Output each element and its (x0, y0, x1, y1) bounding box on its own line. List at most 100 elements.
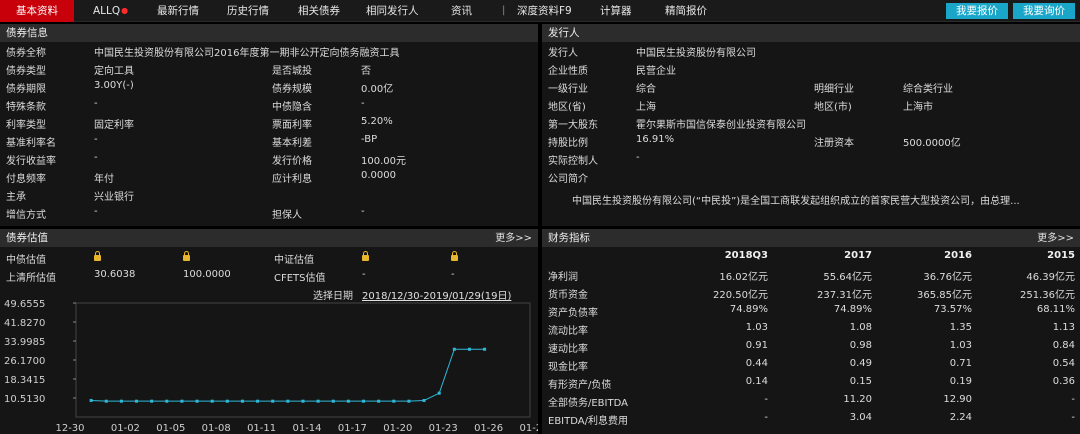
finance-col-header: 2017 (844, 250, 872, 261)
data-point (346, 399, 350, 403)
finance-cell: 0.44 (745, 358, 768, 369)
bond-field-value: - (94, 152, 98, 163)
data-point (377, 399, 381, 403)
sse-valuation-label: 上清所估值 (6, 273, 56, 284)
tab-news[interactable]: 资讯 (451, 0, 472, 22)
issuer-field-label: 实际控制人 (548, 156, 598, 167)
finance-cell: 55.64亿元 (823, 272, 872, 283)
tab-related-bonds[interactable]: 相关债券 (298, 0, 340, 22)
issuer-field-value: 综合 (636, 84, 656, 95)
bond-field-value: 0.0000 (361, 170, 396, 181)
finance-row-label: 有形资产/负债 (548, 380, 612, 391)
issuer-panel: 发行人 发行人 中国民生投资股份有限公司 企业性质 民营企业 一级行业 综合 明细行业 综合类… (542, 24, 1080, 226)
lock-icon[interactable] (183, 251, 190, 261)
finance-cell: 12.90 (943, 394, 972, 405)
tab-basic-info[interactable]: 基本资料 (0, 0, 74, 22)
bond-field-label: 票面利率 (272, 120, 312, 131)
issuer-field-label: 持股比例 (548, 138, 588, 149)
x-tick-label: 01-02 (111, 423, 140, 434)
issuer-field-label: 第一大股东 (548, 120, 598, 131)
finance-cell: 251.36亿元 (1020, 290, 1075, 301)
x-tick-label: 01-08 (202, 423, 231, 434)
bond-field-value: 5.20% (361, 116, 393, 127)
data-point (483, 347, 487, 351)
tab-calculator[interactable]: 计算器 (600, 0, 632, 22)
bond-field-label: 基准利率名 (6, 138, 56, 149)
data-point (89, 398, 93, 402)
data-point (316, 399, 320, 403)
sse-valuation-price: 100.0000 (183, 269, 231, 280)
finance-cell: 0.71 (949, 358, 972, 369)
bond-field-value: 100.00元 (361, 156, 406, 167)
bond-field-value: 中国民生投资股份有限公司2016年度第一期非公开定向债务融资工具 (94, 48, 400, 59)
finance-col-header: 2016 (944, 250, 972, 261)
inquiry-button[interactable]: 我要询价 (1013, 3, 1075, 19)
finance-col-header: 2018Q3 (724, 250, 768, 261)
finance-cell: 0.84 (1052, 340, 1075, 351)
tab-allq[interactable]: ALLQ● (93, 0, 128, 22)
finance-cell: 1.08 (849, 322, 872, 333)
finance-row-label: 流动比率 (548, 326, 588, 337)
y-tick-label: 49.6555 (4, 299, 45, 310)
finance-row-label: 现金比率 (548, 362, 588, 373)
bond-field-label: 基本利差 (272, 138, 312, 149)
x-tick-label: 12-30 (55, 423, 84, 434)
tab-deep-f9[interactable]: 深度资料F9 (517, 0, 572, 22)
issuer-field-value: 民营企业 (636, 66, 676, 77)
valuation-chart: 49.6555 41.8270 33.9985 26.1700 18.3415 10.51… (4, 299, 538, 434)
data-point (240, 399, 244, 403)
data-point (104, 399, 108, 403)
bond-field-label: 债券期限 (6, 84, 46, 95)
finance-col-header: 2015 (1047, 250, 1075, 261)
data-point (362, 399, 366, 403)
tab-allq-label: ALLQ (93, 5, 121, 17)
data-point (150, 399, 154, 403)
cfets-valuation-label: CFETS估值 (274, 273, 326, 284)
bond-field-value: 定向工具 (94, 66, 134, 77)
bond-field-label: 发行收益率 (6, 156, 56, 167)
data-point (392, 399, 396, 403)
bond-field-label: 债券全称 (6, 48, 46, 59)
finance-cell: - (764, 412, 768, 423)
sse-valuation-value: 30.6038 (94, 269, 136, 280)
bond-field-label: 付息频率 (6, 174, 46, 185)
series-line (91, 348, 485, 402)
tab-simple-quote[interactable]: 精简报价 (665, 0, 707, 22)
tab-same-issuer[interactable]: 相同发行人 (366, 0, 419, 22)
issuer-field-value: - (636, 152, 640, 163)
tab-latest-quote[interactable]: 最新行情 (157, 0, 199, 22)
finance-cell: 2.24 (949, 412, 972, 423)
data-point (256, 399, 260, 403)
tab-history-quote[interactable]: 历史行情 (227, 0, 269, 22)
bond-field-value: 0.00亿 (361, 84, 394, 95)
bond-field-value: - (361, 206, 365, 217)
bond-field-value: 年付 (94, 174, 114, 185)
bond-field-label: 是否城投 (272, 66, 312, 77)
x-tick-label: 01-14 (292, 423, 321, 434)
bond-field-label: 债券类型 (6, 66, 46, 77)
finance-row-label: 速动比率 (548, 344, 588, 355)
finance-cell: 0.14 (745, 376, 768, 387)
y-tick-label: 26.1700 (4, 356, 45, 367)
x-tick-label: 01-17 (338, 423, 367, 434)
cfets-valuation-value: - (362, 269, 366, 280)
finance-cell: 16.02亿元 (719, 272, 768, 283)
data-point (331, 399, 335, 403)
bond-field-label: 中债隐含 (272, 102, 312, 113)
issuer-field-label: 地区(市) (814, 102, 852, 113)
issuer-field-value: 上海 (636, 102, 656, 113)
finance-cell: 1.35 (949, 322, 972, 333)
y-tick-label: 33.9985 (4, 337, 45, 348)
lock-icon[interactable] (94, 251, 101, 261)
lock-icon[interactable] (451, 251, 458, 261)
valuation-more-link[interactable]: 更多>> (495, 229, 532, 244)
finance-cell: 0.98 (849, 340, 872, 351)
finance-more-link[interactable]: 更多>> (1037, 229, 1074, 244)
issuer-field-label: 发行人 (548, 48, 578, 59)
issuer-field-value: 中国民生投资股份有限公司 (636, 48, 756, 59)
lock-icon[interactable] (362, 251, 369, 261)
report-price-button[interactable]: 我要报价 (946, 3, 1008, 19)
finance-title: 财务指标 (542, 229, 1080, 247)
data-point (180, 399, 184, 403)
bond-field-value: - (94, 134, 98, 145)
